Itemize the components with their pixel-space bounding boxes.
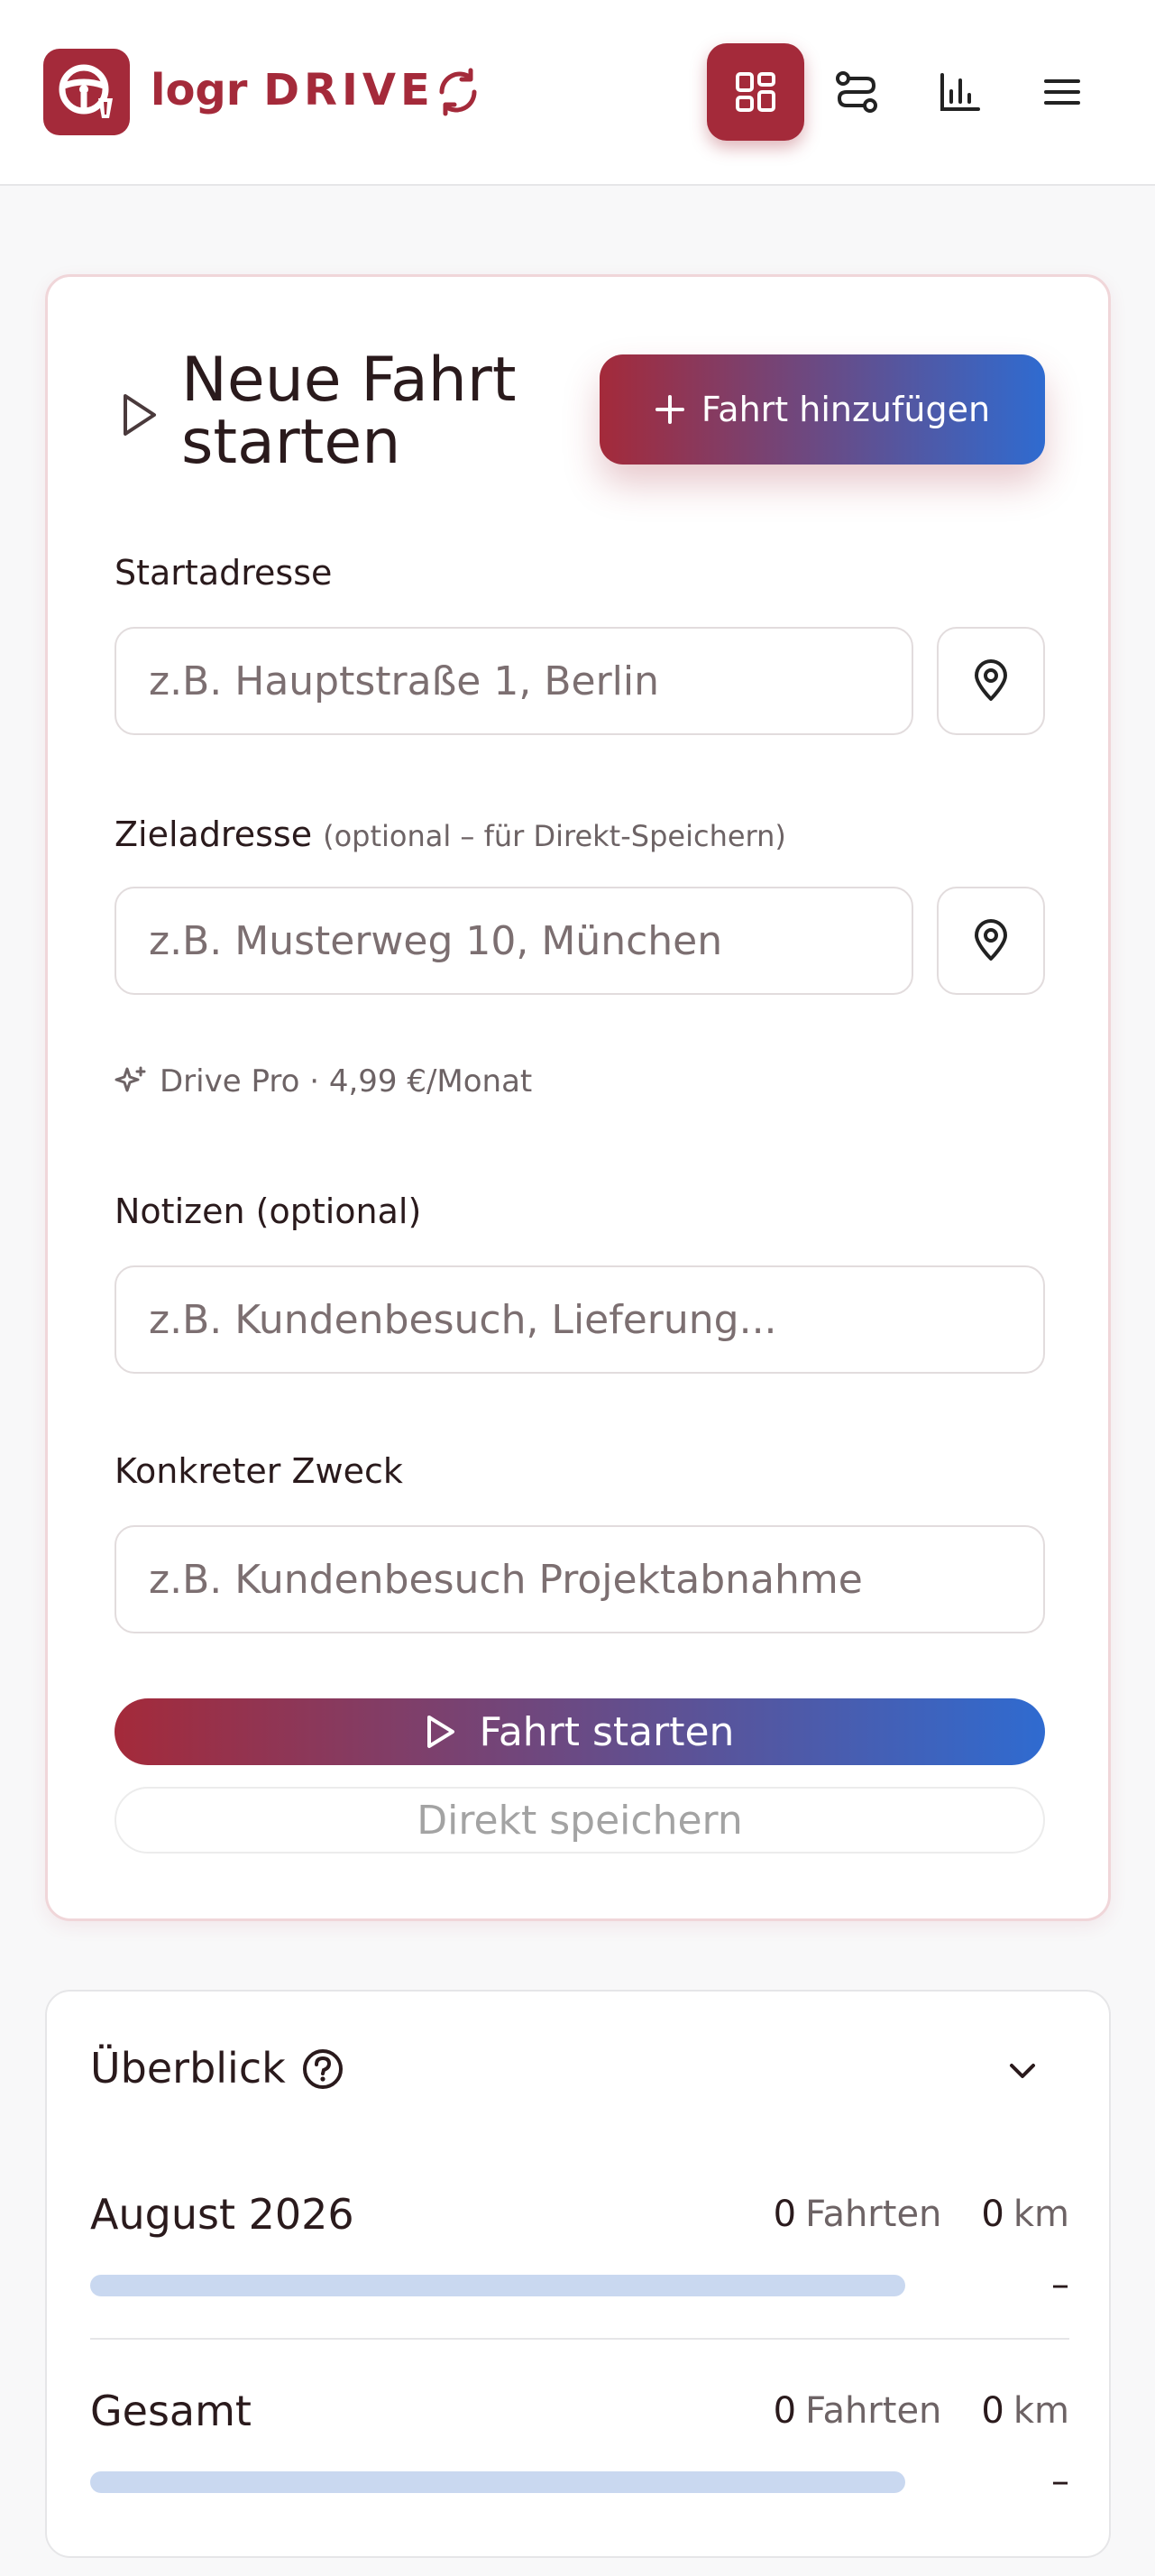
destination-address-label: Zieladresse (optional – für Direkt-Speich… [115, 814, 786, 854]
trend-indicator: – [1051, 2461, 1069, 2502]
progress-bar [90, 2275, 905, 2296]
distance-unit: km [1013, 2390, 1069, 2432]
stat-values: 0 Fahrten 0 km [774, 2194, 1069, 2235]
notes-input[interactable] [115, 1265, 1045, 1374]
nav-menu-button[interactable] [1013, 43, 1111, 141]
plus-icon [655, 395, 684, 424]
trip-count: 0 Fahrten [774, 2194, 942, 2235]
purpose-input[interactable] [115, 1525, 1045, 1633]
sparkles-icon [115, 1066, 146, 1092]
distance-unit: km [1013, 2194, 1069, 2235]
chevron-down-icon[interactable] [1004, 2053, 1040, 2089]
purpose-label: Konkreter Zweck [115, 1451, 403, 1491]
route-icon [836, 71, 877, 113]
play-icon [124, 394, 156, 436]
app-header: logr DRIVE [0, 0, 1155, 186]
start-trip-label: Fahrt starten [479, 1708, 735, 1755]
trip-count-unit: Fahrten [805, 2194, 942, 2235]
notes-label: Notizen (optional) [115, 1191, 422, 1231]
start-address-label: Startadresse [115, 553, 333, 593]
progress-bar [90, 2471, 905, 2493]
add-trip-button[interactable]: Fahrt hinzufügen [600, 354, 1045, 465]
drive-pro-text: Drive Pro · 4,99 €/Monat [160, 1063, 533, 1099]
stat-row-total: Gesamt 0 Fahrten 0 km – [90, 2387, 1069, 2531]
distance-value: 0 [981, 2194, 1004, 2235]
trip-count: 0 Fahrten [774, 2390, 942, 2432]
help-circle-icon[interactable] [301, 2047, 344, 2091]
add-trip-label: Fahrt hinzufügen [701, 390, 991, 429]
start-address-input[interactable] [115, 627, 913, 735]
brand-name-part2: DRIVE [263, 65, 435, 115]
save-directly-button[interactable]: Direkt speichern [115, 1787, 1045, 1854]
distance: 0 km [981, 2194, 1069, 2235]
map-pin-icon [975, 919, 1007, 961]
start-trip-button[interactable]: Fahrt starten [115, 1698, 1045, 1765]
bar-chart-icon [940, 73, 980, 111]
drive-pro-hint[interactable]: Drive Pro · 4,99 €/Monat [115, 1063, 532, 1099]
app-logo[interactable] [43, 49, 130, 135]
start-location-button[interactable] [937, 627, 1045, 735]
overview-card: Überblick August 2026 0 Fahrten 0 km – Ges… [45, 1990, 1111, 2558]
destination-location-button[interactable] [937, 887, 1045, 995]
overview-title: Überblick [90, 2044, 286, 2093]
hamburger-menu-icon [1044, 79, 1080, 105]
nav-dashboard-button[interactable] [707, 43, 804, 141]
nav-routes-button[interactable] [808, 43, 905, 141]
steering-wheel-icon [59, 64, 113, 118]
nav-statistics-button[interactable] [911, 43, 1008, 141]
trend-indicator: – [1051, 2264, 1069, 2305]
card-title: Neue Fahrt starten [181, 345, 517, 479]
stat-label: August 2026 [90, 2190, 354, 2239]
new-trip-card: Neue Fahrt starten Fahrt hinzufügen Star… [45, 274, 1111, 1921]
stat-row-month: August 2026 0 Fahrten 0 km – [90, 2190, 1069, 2334]
brand-name-part1: logr [151, 65, 248, 115]
trip-count-value: 0 [773, 2390, 797, 2432]
stat-values: 0 Fahrten 0 km [774, 2390, 1069, 2432]
brand-name: logr DRIVE [151, 65, 435, 115]
destination-label-text: Zieladresse [115, 814, 313, 854]
play-icon [426, 1716, 454, 1748]
distance: 0 km [981, 2390, 1069, 2432]
divider [90, 2338, 1069, 2340]
sync-icon[interactable] [435, 67, 481, 117]
stat-label: Gesamt [90, 2387, 252, 2435]
destination-label-hint: (optional – für Direkt-Speichern) [323, 819, 786, 853]
trip-count-unit: Fahrten [805, 2390, 942, 2432]
destination-address-input[interactable] [115, 887, 913, 995]
dashboard-grid-icon [736, 72, 775, 112]
map-pin-icon [975, 659, 1007, 701]
trip-count-value: 0 [773, 2194, 797, 2235]
distance-value: 0 [981, 2390, 1004, 2432]
